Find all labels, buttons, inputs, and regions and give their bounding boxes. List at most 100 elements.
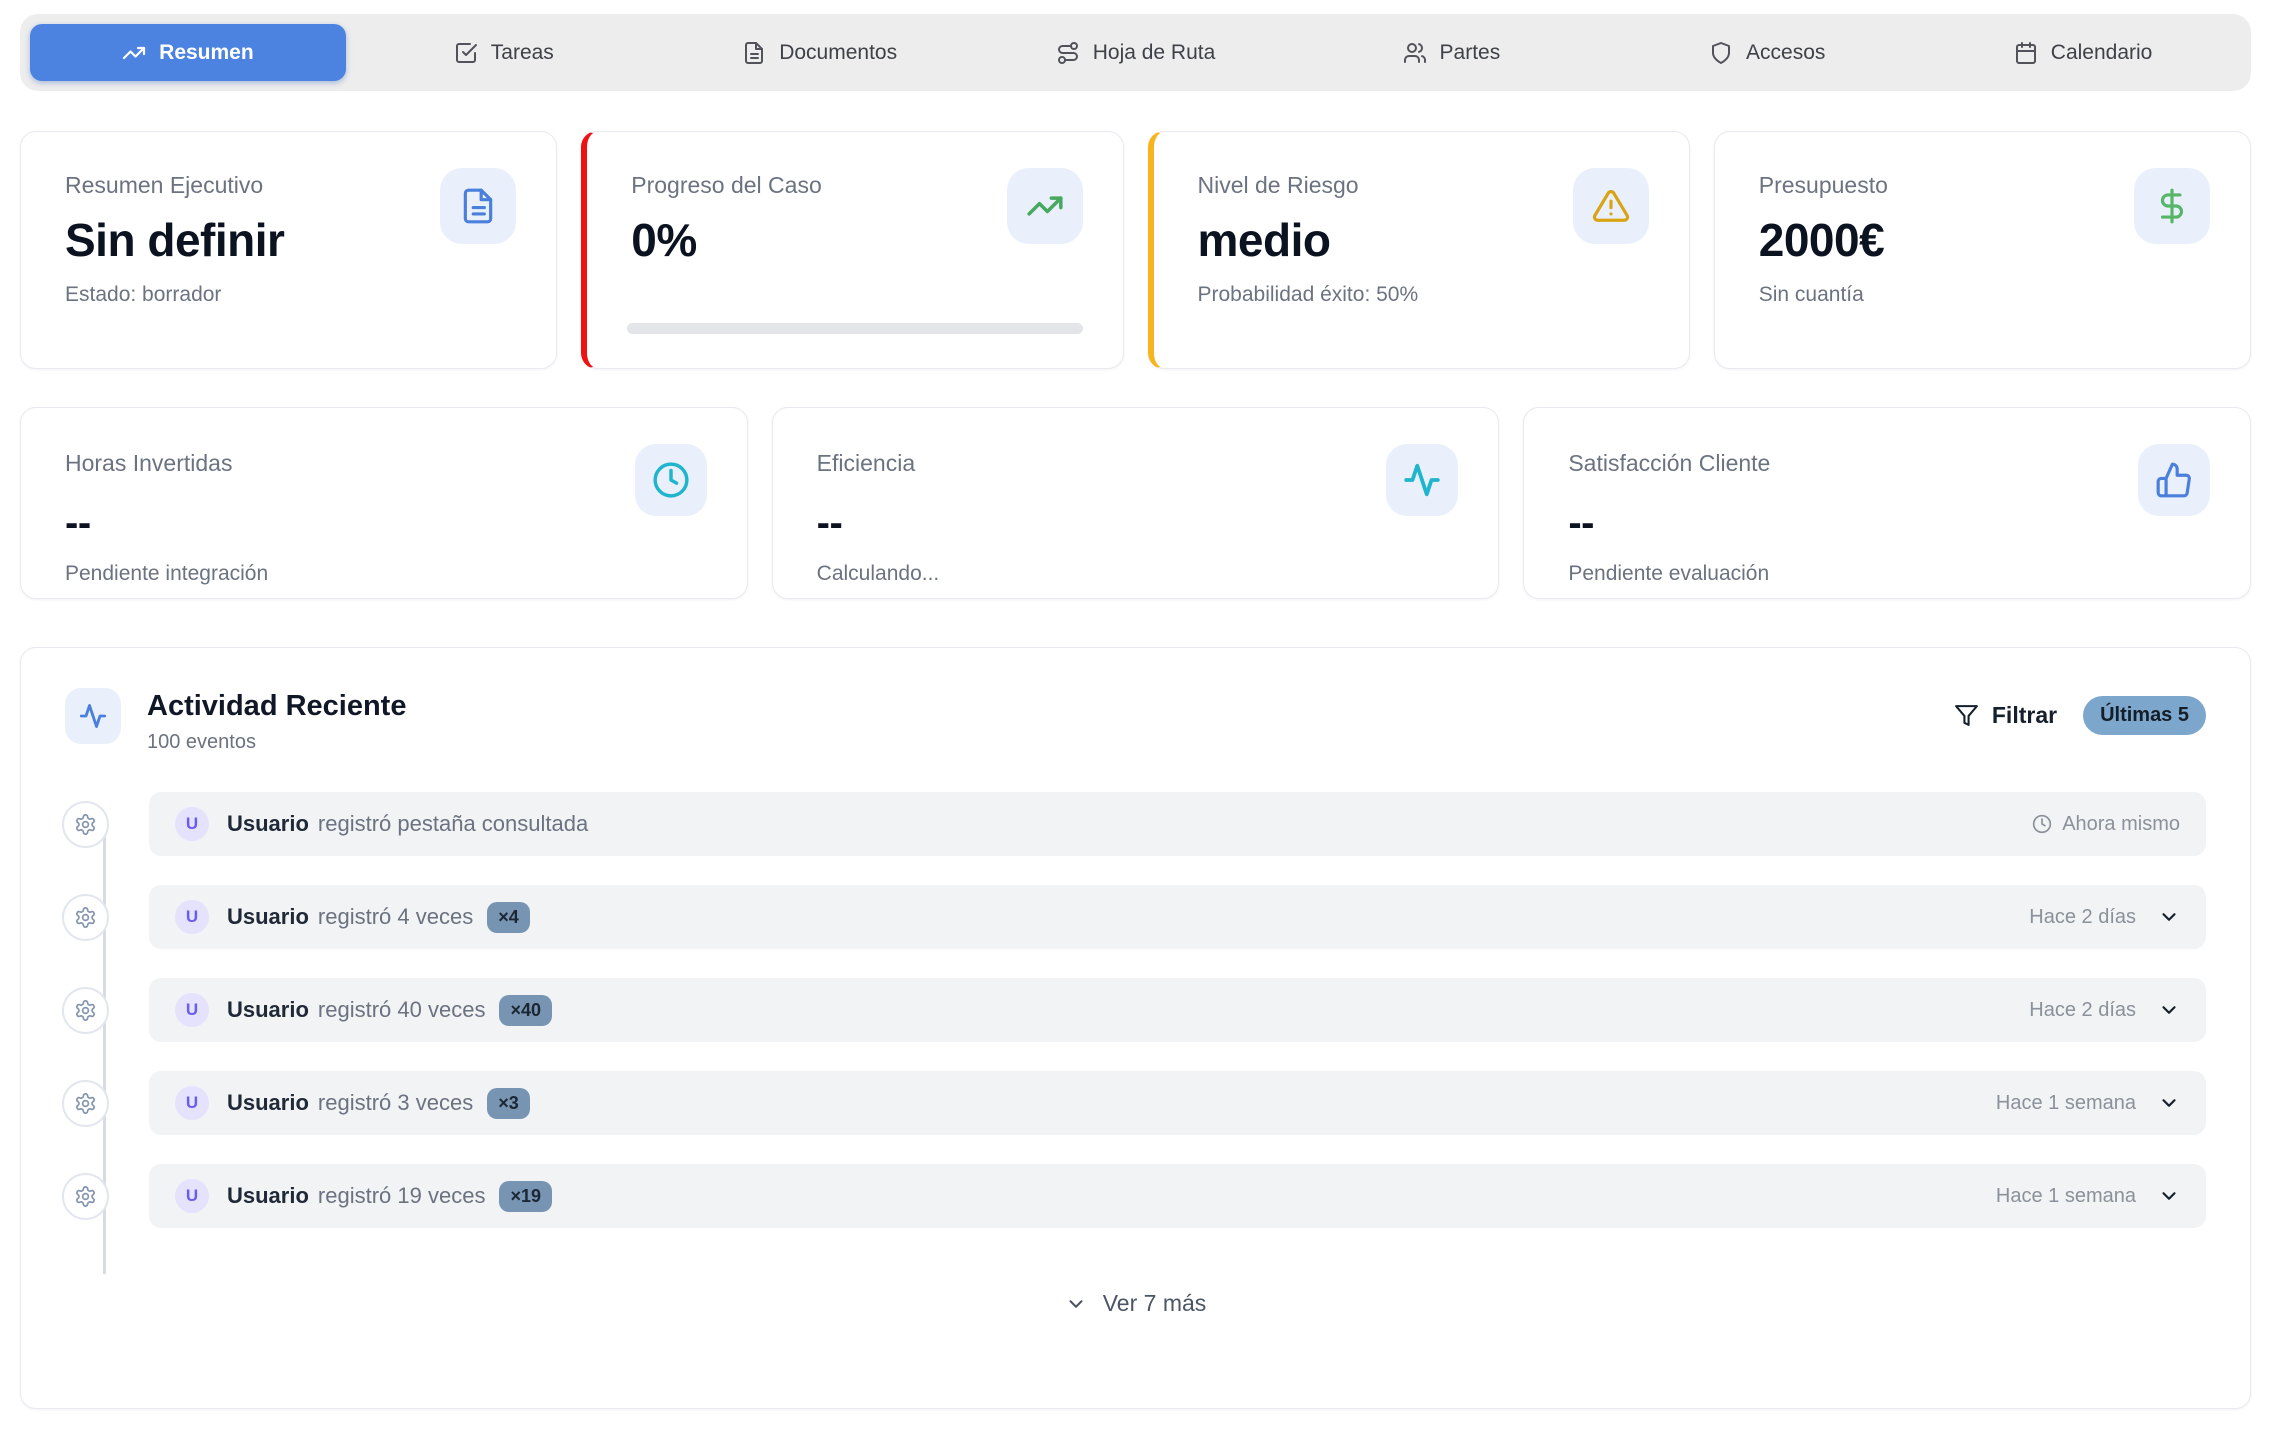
last-five-badge[interactable]: Últimas 5 xyxy=(2083,696,2206,735)
activity-icon xyxy=(65,688,121,744)
chevron-down-icon[interactable] xyxy=(2158,1185,2180,1207)
event-actor: Usuario xyxy=(227,1183,309,1209)
tab-label: Documentos xyxy=(779,41,897,65)
stat-cards-row: Resumen Ejecutivo Sin definir Estado: bo… xyxy=(20,131,2251,369)
file-text-icon xyxy=(742,41,766,65)
dollar-icon xyxy=(2134,168,2210,244)
gear-icon xyxy=(62,1080,109,1127)
event-time: Hace 1 semana xyxy=(1996,1185,2136,1208)
tab-hoja-de-ruta[interactable]: Hoja de Ruta xyxy=(978,24,1294,81)
avatar: U xyxy=(175,1179,209,1213)
event-action: registró 19 veces xyxy=(318,1183,486,1209)
activity-row: U Usuario registró pestaña consultada Ah… xyxy=(21,792,2250,856)
thumbs-up-icon xyxy=(2138,444,2210,516)
activity-header-actions: Filtrar Últimas 5 xyxy=(1954,696,2206,735)
clock-icon xyxy=(2032,814,2052,834)
activity-event[interactable]: U Usuario registró pestaña consultada Ah… xyxy=(149,792,2206,856)
funnel-icon xyxy=(1954,703,1979,728)
card-subtext: Calculando... xyxy=(817,562,1455,586)
card-label: Horas Invertidas xyxy=(65,450,703,477)
event-actor: Usuario xyxy=(227,904,309,930)
chevron-down-icon[interactable] xyxy=(2158,906,2180,928)
activity-timeline: U Usuario registró pestaña consultada Ah… xyxy=(21,792,2250,1228)
chevron-down-icon[interactable] xyxy=(2158,1092,2180,1114)
tab-calendario[interactable]: Calendario xyxy=(1925,24,2241,81)
activity-row: U Usuario registró 4 veces ×4 Hace 2 día… xyxy=(21,885,2250,949)
event-action: registró 3 veces xyxy=(318,1090,473,1116)
tab-label: Tareas xyxy=(491,41,554,65)
activity-event[interactable]: U Usuario registró 3 veces ×3 Hace 1 sem… xyxy=(149,1071,2206,1135)
trending-up-icon xyxy=(1007,168,1083,244)
event-action: registró pestaña consultada xyxy=(318,811,588,837)
filter-label: Filtrar xyxy=(1992,702,2057,729)
event-time: Hace 2 días xyxy=(2029,906,2136,929)
check-square-icon xyxy=(454,41,478,65)
event-count-badge: ×19 xyxy=(499,1181,552,1212)
alert-triangle-icon xyxy=(1573,168,1649,244)
activity-titles: Actividad Reciente 100 eventos xyxy=(147,688,406,754)
tab-tareas[interactable]: Tareas xyxy=(346,24,662,81)
event-actor: Usuario xyxy=(227,1090,309,1116)
card-horas-invertidas: Horas Invertidas -- Pendiente integració… xyxy=(20,407,748,599)
gear-icon xyxy=(62,987,109,1034)
gear-icon xyxy=(62,1173,109,1220)
chevron-down-icon xyxy=(1065,1293,1087,1315)
card-label: Eficiencia xyxy=(817,450,1455,477)
event-time: Hace 2 días xyxy=(2029,999,2136,1022)
route-icon xyxy=(1056,41,1080,65)
activity-header: Actividad Reciente 100 eventos Filtrar Ú… xyxy=(21,648,2250,754)
calendar-icon xyxy=(2014,41,2038,65)
activity-row: U Usuario registró 40 veces ×40 Hace 2 d… xyxy=(21,978,2250,1042)
tab-label: Partes xyxy=(1440,41,1501,65)
clock-icon xyxy=(635,444,707,516)
tab-label: Calendario xyxy=(2051,41,2153,65)
event-time: Hace 1 semana xyxy=(1996,1092,2136,1115)
card-satisfaccion-cliente: Satisfacción Cliente -- Pendiente evalua… xyxy=(1523,407,2251,599)
card-eficiencia: Eficiencia -- Calculando... xyxy=(772,407,1500,599)
event-actor: Usuario xyxy=(227,811,309,837)
card-subtext: Pendiente evaluación xyxy=(1568,562,2206,586)
show-more-button[interactable]: Ver 7 más xyxy=(21,1290,2250,1317)
activity-event[interactable]: U Usuario registró 19 veces ×19 Hace 1 s… xyxy=(149,1164,2206,1228)
trending-up-icon xyxy=(122,41,146,65)
activity-row: U Usuario registró 3 veces ×3 Hace 1 sem… xyxy=(21,1071,2250,1135)
card-subtext: Sin cuantía xyxy=(1759,283,2206,307)
show-more-label: Ver 7 más xyxy=(1103,1290,1207,1317)
card-subtext: Probabilidad éxito: 50% xyxy=(1198,283,1645,307)
card-subtext: Estado: borrador xyxy=(65,283,512,307)
activity-row: U Usuario registró 19 veces ×19 Hace 1 s… xyxy=(21,1164,2250,1228)
tab-resumen[interactable]: Resumen xyxy=(30,24,346,81)
tab-label: Hoja de Ruta xyxy=(1093,41,1216,65)
event-time: Ahora mismo xyxy=(2032,813,2180,836)
card-value: -- xyxy=(817,501,1455,546)
shield-icon xyxy=(1709,41,1733,65)
event-count-badge: ×40 xyxy=(499,995,552,1026)
activity-event[interactable]: U Usuario registró 40 veces ×40 Hace 2 d… xyxy=(149,978,2206,1042)
event-count-badge: ×3 xyxy=(487,1088,530,1119)
card-label: Satisfacción Cliente xyxy=(1568,450,2206,477)
activity-event-count: 100 eventos xyxy=(147,731,406,754)
gear-icon xyxy=(62,894,109,941)
event-action: registró 4 veces xyxy=(318,904,473,930)
filter-button[interactable]: Filtrar xyxy=(1954,702,2057,729)
tab-label: Accesos xyxy=(1746,41,1825,65)
avatar: U xyxy=(175,993,209,1027)
chevron-down-icon[interactable] xyxy=(2158,999,2180,1021)
tab-accesos[interactable]: Accesos xyxy=(1609,24,1925,81)
card-presupuesto: Presupuesto 2000€ Sin cuantía xyxy=(1714,131,2251,369)
card-progreso-del-caso: Progreso del Caso 0% xyxy=(581,131,1123,369)
tab-partes[interactable]: Partes xyxy=(1293,24,1609,81)
event-actor: Usuario xyxy=(227,997,309,1023)
avatar: U xyxy=(175,807,209,841)
file-text-icon xyxy=(440,168,516,244)
case-progress-bar xyxy=(627,323,1082,334)
card-resumen-ejecutivo: Resumen Ejecutivo Sin definir Estado: bo… xyxy=(20,131,557,369)
main-tab-bar: Resumen Tareas Documentos Hoja de Ruta P… xyxy=(20,14,2251,91)
card-value: -- xyxy=(65,501,703,546)
metric-cards-row: Horas Invertidas -- Pendiente integració… xyxy=(20,407,2251,599)
activity-title: Actividad Reciente xyxy=(147,690,406,723)
activity-event[interactable]: U Usuario registró 4 veces ×4 Hace 2 día… xyxy=(149,885,2206,949)
tab-documentos[interactable]: Documentos xyxy=(662,24,978,81)
avatar: U xyxy=(175,900,209,934)
event-action: registró 40 veces xyxy=(318,997,486,1023)
